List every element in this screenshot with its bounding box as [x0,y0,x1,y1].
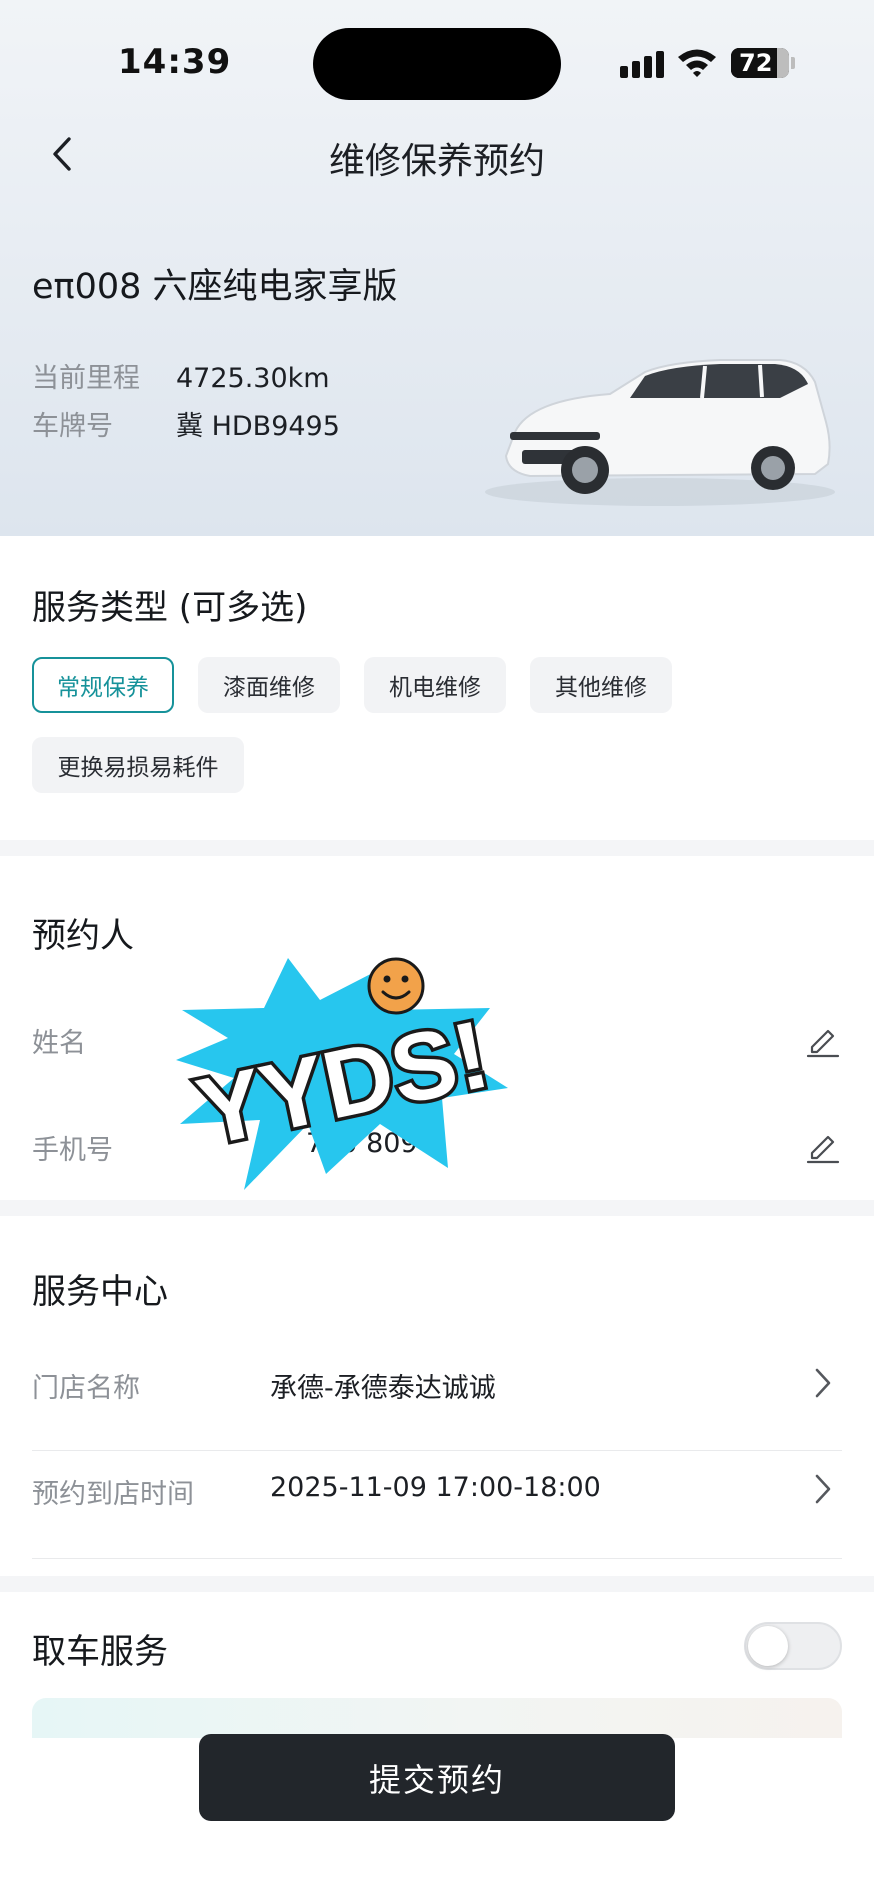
battery-icon: 72 [731,48,789,78]
mileage-row: 当前里程 4725.30km [32,356,330,395]
chip-paint-repair[interactable]: 漆面维修 [198,657,340,713]
mileage-label: 当前里程 [32,363,140,394]
booker-title: 预约人 [32,916,134,956]
store-label: 门店名称 [32,1373,140,1404]
cellular-signal-icon [620,50,664,78]
status-time: 14:39 [118,42,232,82]
edit-name-icon[interactable] [804,1022,840,1058]
wifi-icon [678,49,716,77]
battery-tip [791,57,795,69]
edit-phone-icon[interactable] [804,1128,840,1164]
chip-wear-parts[interactable]: 更换易损易耗件 [32,737,244,793]
service-center-section: 服务中心 门店名称 承德-承德泰达诚诚 预约到店时间 2025-11-09 17… [0,1216,874,1576]
status-bar: 14:39 72 [0,0,874,120]
section-separator [0,1576,874,1592]
plate-row: 车牌号 冀 HDB9495 [32,404,340,443]
vehicle-hero: 14:39 72 维修保养预约 eπ008 六座纯电家享版 当前里程 4725.3… [0,0,874,536]
service-type-section: 服务类型 (可多选) 常规保养 漆面维修 机电维修 其他维修 更换易损易耗件 [0,536,874,840]
pickup-title: 取车服务 [32,1632,168,1672]
pickup-toggle[interactable] [744,1622,842,1670]
dynamic-island [313,28,561,100]
chip-routine-maintenance[interactable]: 常规保养 [32,657,174,713]
submit-button[interactable]: 提交预约 [199,1734,675,1821]
chip-mechanical-repair[interactable]: 机电维修 [364,657,506,713]
service-type-title: 服务类型 (可多选) [32,588,308,628]
store-row[interactable]: 门店名称 承德-承德泰达诚诚 [0,1326,874,1438]
section-separator [0,1200,874,1216]
page-title: 维修保养预约 [328,141,545,182]
vehicle-image [485,359,835,506]
yyds-sticker: YYDS! [176,957,508,1190]
store-value: 承德-承德泰达诚诚 [270,1373,496,1404]
mileage-value: 4725.30km [176,363,330,394]
chevron-right-icon [815,1368,831,1398]
row-divider [32,1450,842,1451]
appointment-time-label: 预约到店时间 [32,1479,194,1510]
chevron-right-icon [815,1474,831,1504]
plate-label: 车牌号 [32,411,113,442]
appointment-time-value: 2025-11-09 17:00-18:00 [270,1472,601,1503]
row-divider [32,1558,842,1559]
plate-value: 冀 HDB9495 [176,411,340,442]
pickup-info-card [32,1698,842,1738]
vehicle-name: eπ008 六座纯电家享版 [32,267,398,307]
battery-level: 72 [739,49,773,77]
appointment-time-row[interactable]: 预约到店时间 2025-11-09 17:00-18:00 [0,1452,874,1564]
service-center-title: 服务中心 [32,1272,168,1312]
name-label: 姓名 [32,1028,86,1059]
phone-label: 手机号 [32,1135,113,1166]
chip-other-repair[interactable]: 其他维修 [530,657,672,713]
toggle-knob [748,1626,788,1666]
section-separator [0,840,874,856]
